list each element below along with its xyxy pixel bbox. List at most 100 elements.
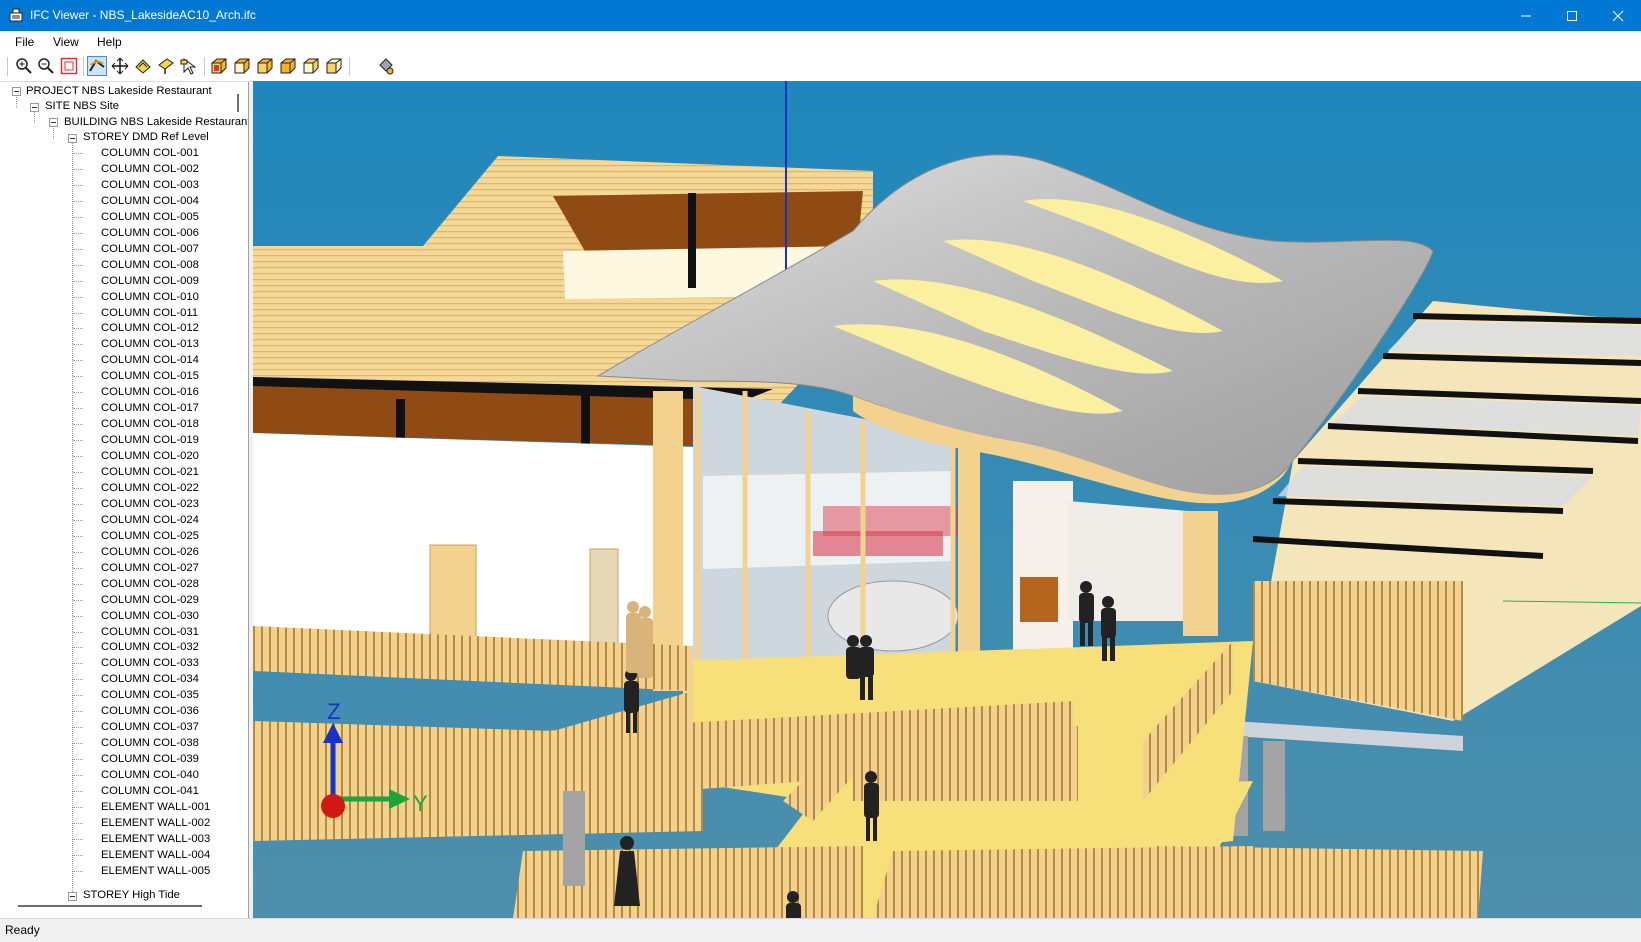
3d-viewport[interactable]: Z Y bbox=[253, 81, 1641, 918]
tree-connector bbox=[73, 264, 83, 266]
tree-item-storey-ref-level[interactable]: STOREY DMD Ref Level bbox=[83, 129, 209, 145]
pan-icon bbox=[111, 57, 129, 75]
tree-connector bbox=[73, 838, 83, 840]
tree-item-element[interactable]: COLUMN COL-028 bbox=[101, 576, 199, 592]
tree-item-element[interactable]: COLUMN COL-037 bbox=[101, 719, 199, 735]
tree-item-element[interactable]: COLUMN COL-025 bbox=[101, 528, 199, 544]
tree-item-site[interactable]: SITE NBS Site bbox=[45, 98, 119, 114]
tree-item-element[interactable]: ELEMENT WALL-002 bbox=[101, 815, 210, 831]
tree-item-element[interactable]: COLUMN COL-022 bbox=[101, 480, 199, 496]
tree-item-element[interactable]: COLUMN COL-004 bbox=[101, 193, 199, 209]
fascia-post bbox=[581, 389, 590, 444]
view-right-button[interactable] bbox=[278, 56, 298, 76]
tree-item-element[interactable]: COLUMN COL-013 bbox=[101, 336, 199, 352]
fly-button[interactable] bbox=[156, 56, 176, 76]
tree-item-element[interactable]: ELEMENT WALL-001 bbox=[101, 799, 210, 815]
y-axis-label: Y bbox=[413, 791, 428, 816]
tree-item-element[interactable]: COLUMN COL-016 bbox=[101, 384, 199, 400]
tree-item-element[interactable]: COLUMN COL-014 bbox=[101, 352, 199, 368]
model-tree[interactable]: PROJECT NBS Lakeside Restaurant SITE NBS… bbox=[0, 82, 249, 918]
walk-button[interactable] bbox=[133, 56, 153, 76]
menu-file[interactable]: File bbox=[15, 35, 34, 49]
tree-expander[interactable] bbox=[49, 118, 58, 127]
tree-item-element[interactable]: COLUMN COL-031 bbox=[101, 624, 199, 640]
view-top-button[interactable] bbox=[301, 56, 321, 76]
menu-help[interactable]: Help bbox=[97, 35, 122, 49]
tree-item-project[interactable]: PROJECT NBS Lakeside Restaurant bbox=[26, 83, 212, 99]
close-button[interactable] bbox=[1595, 0, 1641, 31]
tree-item-element[interactable]: COLUMN COL-023 bbox=[101, 496, 199, 512]
tree-item-element[interactable]: COLUMN COL-035 bbox=[101, 687, 199, 703]
menu-view[interactable]: View bbox=[53, 35, 79, 49]
tree-item-storey-high-tide[interactable]: STOREY High Tide bbox=[83, 887, 180, 903]
tree-item-element[interactable]: COLUMN COL-024 bbox=[101, 512, 199, 528]
tree-item-element[interactable]: COLUMN COL-010 bbox=[101, 289, 199, 305]
tree-item-element[interactable]: COLUMN COL-015 bbox=[101, 368, 199, 384]
tree-item-element[interactable]: COLUMN COL-018 bbox=[101, 416, 199, 432]
zoom-out-icon bbox=[38, 58, 54, 74]
tree-item-element[interactable]: COLUMN COL-034 bbox=[101, 671, 199, 687]
tree-item-element[interactable]: COLUMN COL-019 bbox=[101, 432, 199, 448]
walk-icon bbox=[135, 59, 151, 74]
tree-item-element[interactable]: COLUMN COL-001 bbox=[101, 145, 199, 161]
minimize-button[interactable] bbox=[1503, 0, 1549, 31]
tree-item-element[interactable]: COLUMN COL-030 bbox=[101, 608, 199, 624]
view-bottom-icon bbox=[326, 58, 342, 74]
orbit-button[interactable] bbox=[87, 56, 107, 76]
tree-item-building[interactable]: BUILDING NBS Lakeside Restaurant bbox=[64, 114, 248, 130]
tree-item-element[interactable]: COLUMN COL-036 bbox=[101, 703, 199, 719]
toolbar-separator bbox=[7, 57, 8, 76]
tree-item-element[interactable]: COLUMN COL-008 bbox=[101, 257, 199, 273]
tree-connector bbox=[73, 631, 83, 633]
tree-connector bbox=[73, 408, 83, 410]
tree-item-element[interactable]: ELEMENT WALL-004 bbox=[101, 847, 210, 863]
tree-connector bbox=[73, 312, 83, 314]
tree-item-element[interactable]: COLUMN COL-017 bbox=[101, 400, 199, 416]
tree-item-element[interactable]: COLUMN COL-002 bbox=[101, 161, 199, 177]
tree-item-element[interactable]: ELEMENT WALL-005 bbox=[101, 863, 210, 879]
tree-item-element[interactable]: COLUMN COL-041 bbox=[101, 783, 199, 799]
tree-horizontal-scrollbar[interactable] bbox=[18, 905, 202, 907]
tree-item-element[interactable]: COLUMN COL-020 bbox=[101, 448, 199, 464]
tree-item-element[interactable]: COLUMN COL-009 bbox=[101, 273, 199, 289]
tree-connector bbox=[73, 679, 83, 681]
tree-expander[interactable] bbox=[12, 87, 21, 96]
tree-item-element[interactable]: COLUMN COL-003 bbox=[101, 177, 199, 193]
tree-item-element[interactable]: COLUMN COL-011 bbox=[101, 305, 198, 321]
tree-item-element[interactable]: COLUMN COL-012 bbox=[101, 320, 199, 336]
tree-item-element[interactable]: COLUMN COL-039 bbox=[101, 751, 199, 767]
view-back-button[interactable] bbox=[232, 56, 252, 76]
view-bottom-button[interactable] bbox=[324, 56, 344, 76]
window-title: IFC Viewer - NBS_LakesideAC10_Arch.ifc bbox=[30, 8, 256, 22]
zoom-in-button[interactable] bbox=[14, 56, 34, 76]
view-front-button[interactable] bbox=[209, 56, 229, 76]
tree-item-element[interactable]: COLUMN COL-038 bbox=[101, 735, 199, 751]
model-render[interactable]: Z Y bbox=[253, 81, 1641, 918]
tree-connector bbox=[73, 599, 83, 601]
tree-connector bbox=[73, 200, 83, 202]
select-button[interactable] bbox=[179, 56, 199, 76]
view-left-button[interactable] bbox=[255, 56, 275, 76]
maximize-button[interactable] bbox=[1549, 0, 1595, 31]
tree-item-element[interactable]: COLUMN COL-032 bbox=[101, 639, 199, 655]
tree-item-element[interactable]: COLUMN COL-005 bbox=[101, 209, 199, 225]
tree-item-element[interactable]: COLUMN COL-026 bbox=[101, 544, 199, 560]
tree-vertical-scrollbar[interactable] bbox=[237, 94, 239, 112]
tree-item-element[interactable]: COLUMN COL-033 bbox=[101, 655, 199, 671]
tree-item-element[interactable]: COLUMN COL-006 bbox=[101, 225, 199, 241]
select-icon bbox=[180, 58, 197, 75]
tree-item-element[interactable]: COLUMN COL-029 bbox=[101, 592, 199, 608]
tree-expander[interactable] bbox=[68, 134, 77, 143]
tree-item-element[interactable]: COLUMN COL-021 bbox=[101, 464, 199, 480]
tree-item-element[interactable]: ELEMENT WALL-003 bbox=[101, 831, 210, 847]
lower-balustrade bbox=[1153, 846, 1483, 918]
tree-item-element[interactable]: COLUMN COL-027 bbox=[101, 560, 199, 576]
zoom-extents-button[interactable] bbox=[59, 56, 79, 76]
render-mode-button[interactable] bbox=[376, 56, 396, 76]
tree-expander[interactable] bbox=[30, 103, 39, 112]
zoom-out-button[interactable] bbox=[36, 56, 56, 76]
pan-button[interactable] bbox=[110, 56, 130, 76]
tree-item-element[interactable]: COLUMN COL-040 bbox=[101, 767, 199, 783]
tree-expander[interactable] bbox=[68, 892, 77, 901]
tree-item-element[interactable]: COLUMN COL-007 bbox=[101, 241, 199, 257]
